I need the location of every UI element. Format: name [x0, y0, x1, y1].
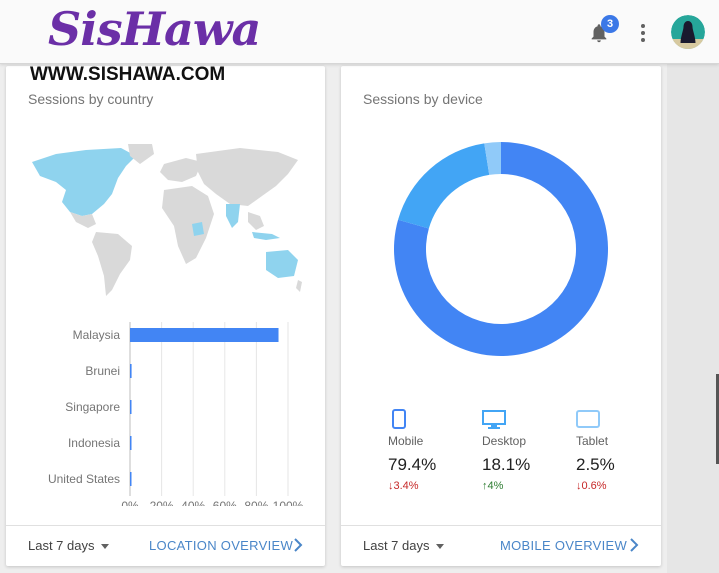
card-footer: Last 7 days MOBILE OVERVIEW	[341, 525, 661, 566]
caret-down-icon	[100, 544, 109, 550]
donut-slice-desktop[interactable]	[398, 143, 490, 229]
sessions-by-country-card: Sessions by country Malaysia Brunei Singap…	[6, 66, 325, 566]
map-north-america	[32, 148, 136, 216]
device-donut-chart	[394, 142, 608, 356]
bar-category-label: Indonesia	[68, 436, 120, 450]
country-bar-chart: Malaysia Brunei Singapore Indonesia United S…	[48, 322, 304, 506]
device-name-desktop: Desktop	[482, 434, 527, 448]
bar-category-label: Malaysia	[73, 328, 121, 342]
top-app-bar: SisHawa 3	[0, 0, 719, 64]
card-footer: Last 7 days LOCATION OVERVIEW	[6, 525, 325, 566]
caret-down-icon	[435, 544, 444, 550]
device-delta-desktop: ↑4%	[482, 480, 504, 492]
notification-badge: 3	[601, 15, 619, 33]
device-delta-tablet: ↓0.6%	[576, 480, 607, 492]
x-tick-label: 80%	[244, 499, 268, 506]
bar[interactable]	[130, 400, 132, 414]
mobile-overview-link[interactable]: MOBILE OVERVIEW	[500, 538, 627, 553]
map-south-america	[92, 232, 132, 296]
map-southeast-asia	[248, 212, 264, 230]
x-tick-label: 0%	[121, 499, 139, 506]
map-greenland	[128, 144, 154, 164]
device-value-desktop: 18.1%	[482, 455, 531, 474]
x-tick-label: 100%	[273, 499, 304, 506]
chevron-right-icon[interactable]	[293, 538, 303, 552]
map-africa	[162, 186, 214, 264]
map-europe	[160, 158, 202, 182]
device-delta-mobile: ↓3.4%	[388, 480, 419, 492]
map-india	[226, 204, 240, 228]
location-overview-link[interactable]: LOCATION OVERVIEW	[149, 538, 293, 553]
device-value-mobile: 79.4%	[388, 455, 437, 474]
desktop-icon	[482, 410, 506, 429]
bar[interactable]	[130, 328, 279, 342]
device-name-mobile: Mobile	[388, 434, 424, 448]
tablet-icon	[576, 410, 600, 428]
chart-gridlines	[129, 322, 289, 496]
sessions-by-device-card: Sessions by device Mobile Desktop Tablet…	[341, 66, 661, 566]
date-range-dropdown[interactable]: Last 7 days	[363, 538, 444, 553]
x-tick-label: 40%	[181, 499, 205, 506]
date-range-label: Last 7 days	[363, 538, 430, 553]
date-range-label: Last 7 days	[28, 538, 95, 553]
world-map	[32, 144, 302, 296]
x-tick-label: 20%	[150, 499, 174, 506]
bar-category-label: Brunei	[85, 364, 120, 378]
device-value-tablet: 2.5%	[576, 455, 615, 474]
map-asia	[196, 148, 298, 206]
avatar[interactable]	[671, 15, 705, 49]
map-indonesia	[252, 232, 280, 240]
bar[interactable]	[130, 364, 132, 378]
bar[interactable]	[130, 472, 132, 486]
map-africa-highlight	[192, 222, 204, 236]
card-title: Sessions by device	[363, 91, 483, 107]
bar-category-label: Singapore	[65, 400, 120, 414]
bar-category-label: United States	[48, 472, 120, 486]
chevron-right-icon[interactable]	[629, 538, 639, 552]
map-australia	[266, 250, 298, 278]
brand-logo: SisHawa	[48, 2, 261, 56]
x-tick-label: 60%	[213, 499, 237, 506]
map-new-zealand	[296, 280, 302, 292]
date-range-dropdown[interactable]: Last 7 days	[28, 538, 109, 553]
device-name-tablet: Tablet	[576, 434, 609, 448]
card-title: Sessions by country	[28, 91, 154, 107]
mobile-icon	[392, 409, 406, 429]
brand-url: WWW.SISHAWA.COM	[30, 64, 226, 85]
bar[interactable]	[130, 436, 132, 450]
more-vert-icon[interactable]	[636, 22, 650, 44]
background-strip	[667, 0, 719, 573]
